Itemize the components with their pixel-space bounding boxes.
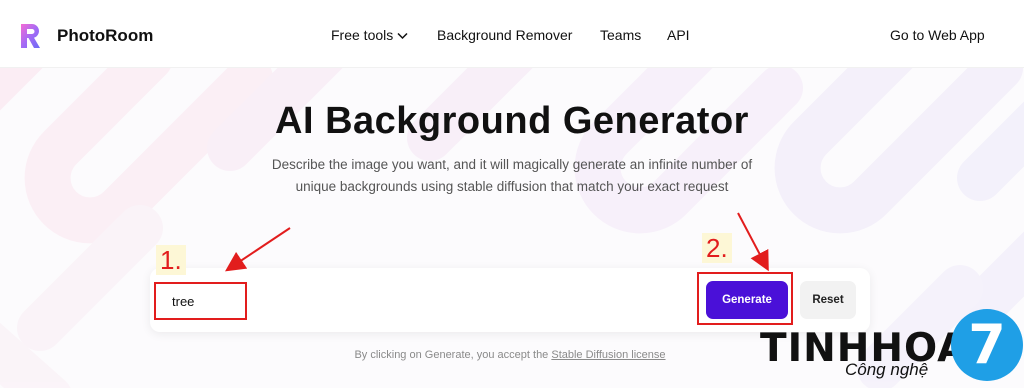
nav-background-remover[interactable]: Background Remover [437,27,572,43]
top-navbar: PhotoRoom Free tools Background Remover … [0,0,1024,68]
watermark-subtitle: Công nghệ [845,360,929,379]
annotation-box-generate [697,272,793,325]
brand-name[interactable]: PhotoRoom [57,26,153,46]
photoroom-logo-icon[interactable] [18,22,46,50]
nav-free-tools-label: Free tools [331,27,394,43]
chevron-down-icon [397,33,408,40]
watermark-badge-number: 7 [968,313,1006,376]
reset-button[interactable]: Reset [800,281,856,319]
nav-api[interactable]: API [667,27,690,43]
nav-teams[interactable]: Teams [600,27,641,43]
terms-text: By clicking on Generate, you accept the [354,349,552,361]
page-description: Describe the image you want, and it will… [271,157,753,194]
annotation-step-2: 2. [702,233,732,263]
annotation-box-input [154,282,247,320]
stable-diffusion-license-link[interactable]: Stable Diffusion license [551,349,665,361]
nav-free-tools[interactable]: Free tools [331,27,408,43]
page-title: AI Background Generator [275,100,749,142]
nav-go-to-web-app[interactable]: Go to Web App [890,27,985,43]
annotation-step-1: 1. [156,245,186,275]
